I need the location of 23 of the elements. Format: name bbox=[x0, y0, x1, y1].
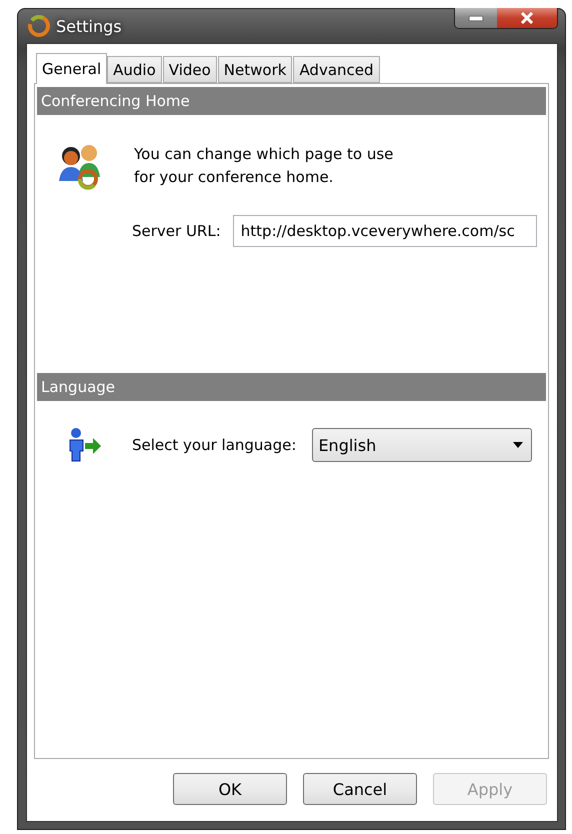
tab[interactable]: Audio bbox=[107, 56, 162, 83]
person-arrow-icon bbox=[67, 427, 103, 463]
tab[interactable]: Video bbox=[162, 56, 217, 83]
section-header: Language bbox=[37, 373, 546, 401]
dialog-button[interactable]: Cancel bbox=[303, 773, 417, 805]
people-icon bbox=[58, 143, 102, 191]
description-text: You can change which page to use for your conference home. bbox=[134, 144, 394, 188]
app-logo-icon bbox=[28, 15, 50, 37]
language-dropdown[interactable]: English bbox=[312, 428, 532, 462]
caret-icon bbox=[513, 442, 524, 448]
minimize-button[interactable] bbox=[455, 8, 497, 28]
window-title: Settings bbox=[56, 16, 122, 36]
tab[interactable]: General bbox=[36, 53, 108, 84]
server-url-field[interactable]: http://desktop.vceverywhere.com/sc bbox=[232, 215, 537, 247]
dialog-button[interactable]: OK bbox=[173, 773, 287, 805]
section-header: Conferencing Home bbox=[37, 87, 546, 115]
server-url-label: Server URL: bbox=[132, 222, 221, 240]
language-label: Select your language: bbox=[132, 436, 296, 454]
close-button[interactable] bbox=[497, 8, 557, 28]
close-icon bbox=[520, 12, 534, 24]
minimize-icon bbox=[469, 16, 483, 20]
tab[interactable]: Network bbox=[218, 56, 292, 83]
tab[interactable]: Advanced bbox=[293, 56, 380, 83]
